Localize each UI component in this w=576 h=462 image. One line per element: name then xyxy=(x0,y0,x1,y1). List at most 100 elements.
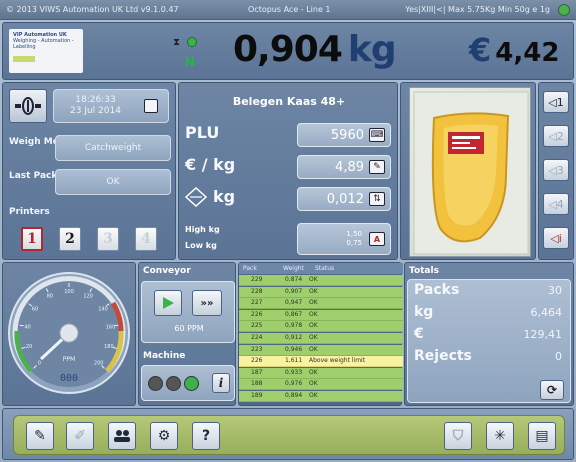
security-button[interactable]: ⛉ xyxy=(444,422,472,450)
euro-label: € xyxy=(414,326,424,342)
tare-icon xyxy=(185,187,207,207)
price-value: 4,42 xyxy=(495,38,560,68)
price-currency: € xyxy=(469,31,492,69)
log-cell-pack: 226 xyxy=(251,310,263,318)
limits-edit-icon: A xyxy=(369,232,385,246)
users-button[interactable] xyxy=(108,422,136,450)
gauge-tick xyxy=(19,324,24,327)
log-cell-status: OK xyxy=(309,287,318,295)
line-name: Octopus Ace - Line 1 xyxy=(248,5,331,14)
label-active-button[interactable]: ◁i xyxy=(543,227,569,249)
company-logo: VIP Automation UK Weighing - Automation … xyxy=(9,29,83,73)
zero-button[interactable] xyxy=(9,89,47,123)
stable-led xyxy=(187,37,197,47)
time-text: 18:26:33 xyxy=(75,95,116,105)
log-cell-weight: 0,907 xyxy=(285,287,303,295)
table-row[interactable]: 226 0,867 OK xyxy=(239,309,403,321)
price-per-kg-value: 4,89 xyxy=(335,159,364,175)
shield-icon: ⛉ xyxy=(452,428,464,444)
machine-info-button[interactable]: i xyxy=(212,373,230,393)
label-1-icon: ◁1 xyxy=(548,95,564,109)
machine-title: Machine xyxy=(143,351,186,361)
printer-2-button[interactable]: 2 xyxy=(59,227,81,251)
label-4-button[interactable]: ◁4 xyxy=(543,193,569,215)
table-row[interactable]: 228 0,907 OK xyxy=(239,286,403,298)
conveyor-start-button[interactable] xyxy=(154,290,182,316)
log-cell-weight: 0,874 xyxy=(285,276,303,283)
printer-1-button[interactable]: 1 xyxy=(21,227,43,251)
log-cell-pack: 226 xyxy=(251,357,263,365)
high-kg-label: High kg xyxy=(185,225,220,234)
table-row[interactable]: 224 0,912 OK xyxy=(239,333,403,344)
log-cell-weight: 1,611 xyxy=(285,357,303,365)
label-1-button[interactable]: ◁1 xyxy=(543,91,569,113)
edit-button[interactable]: ✎ xyxy=(26,422,54,450)
table-row[interactable]: 229 0,874 OK xyxy=(239,275,403,286)
log-cell-status: OK xyxy=(309,392,318,399)
last-pack-label: Last Pack xyxy=(9,171,58,181)
dashboard-button[interactable]: ▤ xyxy=(528,422,556,450)
label-4-icon: ◁4 xyxy=(548,197,564,211)
low-kg-label: Low kg xyxy=(185,241,217,250)
stability-indicator: ⧗ N xyxy=(171,33,207,73)
sparkle-icon: ✳ xyxy=(494,428,506,444)
log-cell-pack: 228 xyxy=(251,287,263,295)
log-cell-status: OK xyxy=(309,310,318,318)
log-cell-weight: 0,894 xyxy=(285,392,303,399)
machine-led-1 xyxy=(148,376,163,391)
pack-log-panel: Pack Weight Status 229 0,874 OK 228 0,907 OK 2… xyxy=(238,262,403,406)
log-cell-weight: 0,912 xyxy=(285,334,303,341)
conveyor-panel: Conveyor »» 60 PPM Machine i xyxy=(138,262,236,406)
tare-field[interactable]: 0,012 ⇅ xyxy=(297,187,391,211)
table-row[interactable]: 187 0,933 OK xyxy=(239,367,403,379)
plu-field[interactable]: 5960 ⌨ xyxy=(297,123,391,147)
log-cell-pack: 223 xyxy=(251,345,263,353)
status-text: Yes|XIII|<| Max 5.75Kg Min 50g e 1g xyxy=(405,5,550,14)
log-cell-status: OK xyxy=(309,345,318,353)
euro-value: 129,41 xyxy=(523,328,563,341)
rejects-label: Rejects xyxy=(414,348,472,364)
product-name: Belegen Kaas 48+ xyxy=(232,95,346,108)
packs-label: Packs xyxy=(414,282,460,298)
totals-title: Totals xyxy=(409,266,439,276)
log-col-status: Status xyxy=(315,265,335,272)
connection-status-icon[interactable] xyxy=(558,4,570,16)
log-cell-status: OK xyxy=(309,276,318,283)
help-button[interactable]: ? xyxy=(192,422,220,450)
label-2-button[interactable]: ◁2 xyxy=(543,125,569,147)
gauge-tick-label: 140 xyxy=(98,306,108,312)
log-col-weight: Weight xyxy=(283,265,304,272)
log-header: Pack Weight Status xyxy=(239,263,403,274)
gauge-unit: PPM xyxy=(63,356,75,363)
table-row[interactable]: 227 0,947 OK xyxy=(239,298,403,310)
refresh-icon: ⟳ xyxy=(546,383,558,397)
log-cell-weight: 0,978 xyxy=(285,322,303,330)
weigh-mode-select[interactable]: Catchweight xyxy=(55,135,171,161)
table-row[interactable]: 189 0,894 OK xyxy=(239,391,403,402)
bottom-toolbar: ✎ ✐ ⚙ ? ⛉ ✳ ▤ xyxy=(2,408,574,460)
sparkle-button[interactable]: ✳ xyxy=(486,422,514,450)
table-row[interactable]: 225 0,978 OK xyxy=(239,321,403,333)
price-per-kg-field[interactable]: 4,89 ✎ xyxy=(297,155,391,179)
plu-label: PLU xyxy=(185,123,220,142)
log-cell-status: OK xyxy=(309,380,318,388)
machine-led-3 xyxy=(184,376,199,391)
table-row[interactable]: 188 0,976 OK xyxy=(239,379,403,391)
printer-3-button[interactable]: 3 xyxy=(97,227,119,251)
table-row[interactable]: 223 0,946 OK xyxy=(239,344,403,356)
conveyor-fast-button[interactable]: »» xyxy=(192,290,222,316)
edit-icon: ✎ xyxy=(34,428,46,444)
log-row-alert[interactable]: 226 1,611 Above weight limit xyxy=(239,356,403,368)
reset-totals-button[interactable]: ⟳ xyxy=(540,380,564,400)
pen-button[interactable]: ✐ xyxy=(66,422,94,450)
settings-button[interactable]: ⚙ xyxy=(150,422,178,450)
label-3-button[interactable]: ◁3 xyxy=(543,159,569,181)
weight-limits-field[interactable]: 1,50 0,75 A xyxy=(297,223,391,255)
rejects-value: 0 xyxy=(555,350,562,363)
date-time-field[interactable]: 18:26:33 23 Jul 2014 xyxy=(53,89,169,123)
weight-unit: kg xyxy=(347,29,397,70)
app-window: © 2013 VIWS Automation UK Ltd v9.1.0.47 … xyxy=(0,0,576,462)
help-icon: ? xyxy=(201,428,211,444)
printer-4-button[interactable]: 4 xyxy=(135,227,157,251)
header-panel: VIP Automation UK Weighing - Automation … xyxy=(2,22,574,80)
